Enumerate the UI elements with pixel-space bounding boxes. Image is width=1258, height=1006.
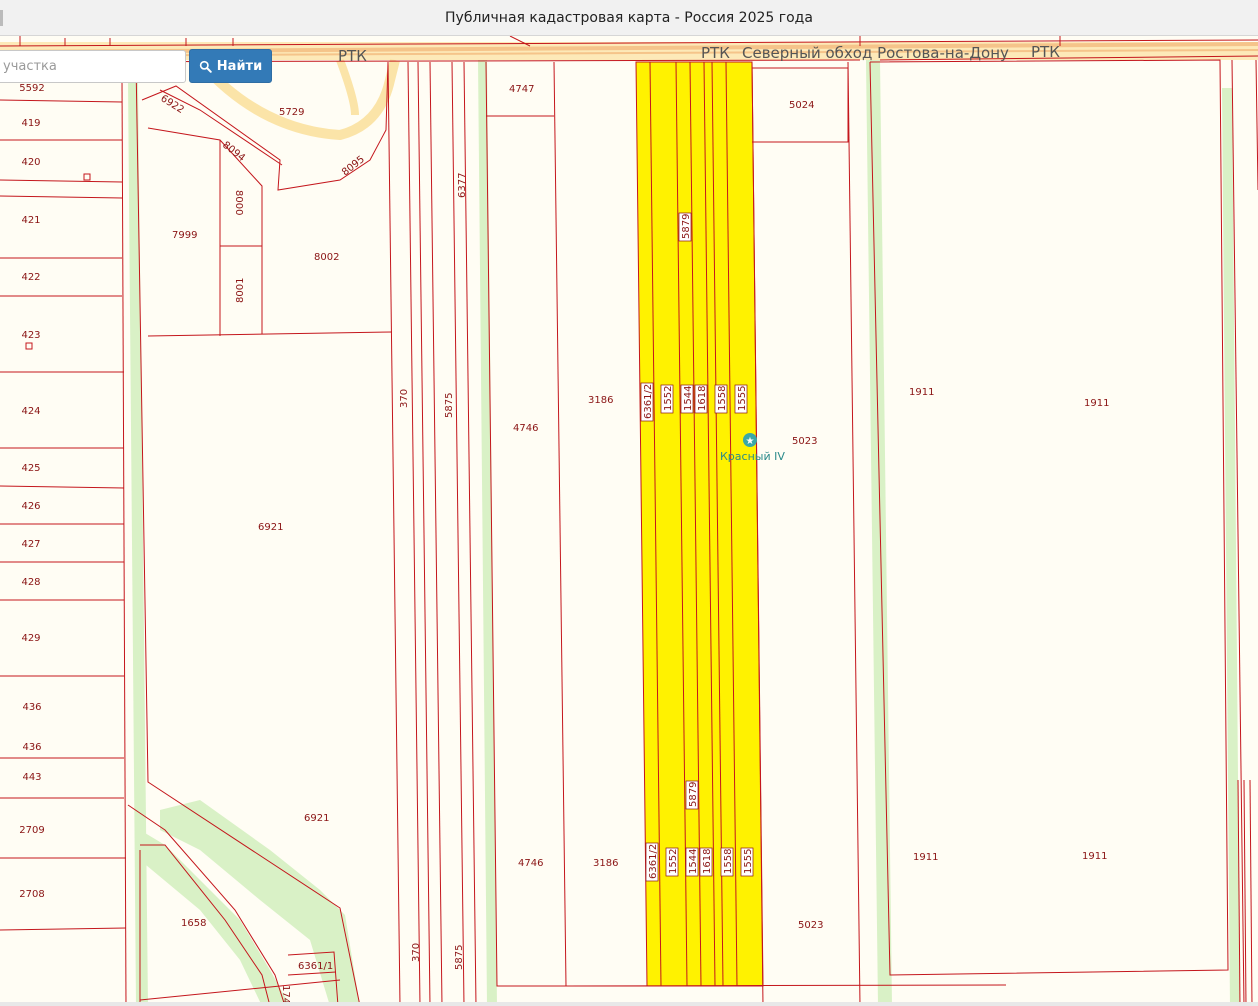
map-canvas[interactable]: РТК РТК Северный обход Ростова-на-Дону Р… <box>0 36 1258 1006</box>
parcel-label: 6377 <box>457 173 468 198</box>
parcel-label: 3186 <box>593 858 618 869</box>
parcel-label: 1555 <box>743 849 754 874</box>
parcel-label: 5024 <box>789 100 814 111</box>
parcel-label: 1558 <box>717 386 728 411</box>
parcel-boundaries <box>0 36 1258 1006</box>
parcel-label: 424 <box>21 406 40 417</box>
parcel-label: 8000 <box>233 190 244 215</box>
parcel-label: 5023 <box>792 436 817 447</box>
parcel-label: 370 <box>399 389 410 408</box>
star-glyph: ★ <box>746 436 755 447</box>
parcel-label: 1544 <box>688 849 699 874</box>
parcel-label: 428 <box>21 577 40 588</box>
right-labels: 5024 5023 5023 1911 1911 1911 1911 <box>789 100 1109 931</box>
parcel-label: 4746 <box>513 423 538 434</box>
road-label-rtk-1: РТК <box>338 47 367 65</box>
titlebar-edge <box>0 10 3 26</box>
search-icon <box>199 60 212 73</box>
poi-label: Красный IV <box>720 450 785 463</box>
parcel-label: 1911 <box>1082 851 1107 862</box>
parcel-label: 6922 <box>158 93 185 116</box>
center-labels: 4747 4746 4746 3186 3186 <box>509 84 618 869</box>
parcel-label: 1558 <box>723 849 734 874</box>
parcel-label: 443 <box>22 772 41 783</box>
parcel-label: 1911 <box>913 852 938 863</box>
parcel-label: 1618 <box>702 849 713 874</box>
parcel-label: 4746 <box>518 858 543 869</box>
parcel-label: 1552 <box>663 386 674 411</box>
parcel-label: 1911 <box>909 387 934 398</box>
parcel-label: 429 <box>21 633 40 644</box>
parcel-label: 5879 <box>681 214 692 239</box>
parcel-label: 5879 <box>688 782 699 807</box>
parcel-label: 1618 <box>697 386 708 411</box>
parcel-label: 8094 <box>220 140 247 164</box>
parcel-label: 2709 <box>19 825 44 836</box>
parcel-label: 370 <box>411 943 422 962</box>
parcel-label: 422 <box>21 272 40 283</box>
parcel-label: 6361/1 <box>298 961 333 972</box>
window-title: Публичная кадастровая карта - Россия 202… <box>445 9 813 26</box>
parcel-label: 8095 <box>340 154 367 178</box>
parcel-label: 1911 <box>1084 398 1109 409</box>
road-label-bypass: Северный обход Ростова-на-Дону <box>742 44 1009 62</box>
parcel-label: 427 <box>21 539 40 550</box>
parcel-label: 6361/2 <box>648 844 659 879</box>
parcel-label: 436 <box>22 742 41 753</box>
parcel-label: 8002 <box>314 252 339 263</box>
left-column-labels: 5592 419 420 421 422 423 424 425 426 427… <box>19 83 44 900</box>
parcel-label: 423 <box>21 330 40 341</box>
parcel-label: 4747 <box>509 84 534 95</box>
road-label-rtk-2: РТК <box>701 44 730 62</box>
parcel-label: 1555 <box>737 386 748 411</box>
parcel-label: 1544 <box>683 386 694 411</box>
window-titlebar: Публичная кадастровая карта - Россия 202… <box>0 0 1258 36</box>
find-button[interactable]: Найти <box>189 49 272 83</box>
top-left-labels: 6922 5729 8094 8095 7999 8000 8001 8002 <box>158 93 366 303</box>
parcel-label: 5023 <box>798 920 823 931</box>
parcel-label: 5875 <box>454 945 465 970</box>
parcel-label: 1658 <box>181 918 206 929</box>
parcel-label: 5875 <box>444 393 455 418</box>
search-input[interactable] <box>0 50 186 83</box>
strip-labels: 370 370 5875 5875 6377 <box>399 173 468 970</box>
parcel-label: 5592 <box>19 83 44 94</box>
parcel-label: 7999 <box>172 230 197 241</box>
parcel-label: 2708 <box>19 889 44 900</box>
parcel-label: 419 <box>21 118 40 129</box>
road-label-rtk-3: РТК <box>1031 43 1060 61</box>
parcel-label: 5729 <box>279 107 304 118</box>
parcel-label: 421 <box>21 215 40 226</box>
parcel-label: 1552 <box>668 849 679 874</box>
parcel-label: 425 <box>21 463 40 474</box>
parcel-label: 426 <box>21 501 40 512</box>
parcel-label: 436 <box>22 702 41 713</box>
parcel-label: 6921 <box>304 813 329 824</box>
parcel-label: 6361/2 <box>643 384 654 419</box>
parcel-label: 3186 <box>588 395 613 406</box>
parcel-label: 420 <box>21 157 40 168</box>
find-button-label: Найти <box>216 58 263 74</box>
cadastral-map[interactable]: РТК РТК Северный обход Ростова-на-Дону Р… <box>0 36 1258 1006</box>
parcel-label: 8001 <box>235 278 246 303</box>
bottom-scroll-strip <box>0 1002 1258 1006</box>
parcel-label: 6921 <box>258 522 283 533</box>
